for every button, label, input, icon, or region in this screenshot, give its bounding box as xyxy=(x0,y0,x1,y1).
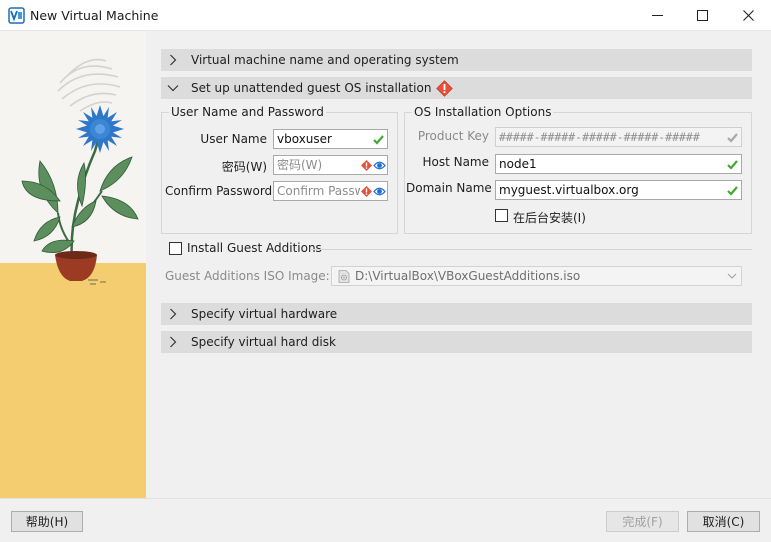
domain-name-label: Domain Name xyxy=(406,181,492,195)
chevron-down-icon xyxy=(723,267,741,285)
chevron-right-icon xyxy=(161,331,185,353)
virtualbox-app-icon xyxy=(8,7,25,24)
chevron-right-icon xyxy=(161,49,185,71)
product-key-field xyxy=(495,127,742,147)
close-icon xyxy=(742,10,754,21)
section-label: Specify virtual hardware xyxy=(191,307,338,321)
section-label: Virtual machine name and operating syste… xyxy=(191,53,459,67)
os-group-title: OS Installation Options xyxy=(412,105,554,119)
section-virtual-hardware[interactable]: Specify virtual hardware xyxy=(161,303,752,325)
title-bar: New Virtual Machine xyxy=(0,0,771,31)
valid-check-icon xyxy=(727,160,738,170)
install-guest-additions-label: Install Guest Additions xyxy=(187,241,325,255)
minimize-button[interactable] xyxy=(634,0,680,31)
warning-icon xyxy=(436,79,454,97)
section-name-and-os[interactable]: Virtual machine name and operating syste… xyxy=(161,49,752,71)
host-name-input[interactable] xyxy=(498,156,722,172)
confirm-password-label: Confirm Password xyxy=(165,184,273,198)
iso-image-combo: D:\VirtualBox\VBoxGuestAdditions.iso xyxy=(331,266,742,286)
iso-image-label: Guest Additions ISO Image: xyxy=(165,269,330,283)
dialog-button-bar: 帮助(H) 完成(F) 取消(C) xyxy=(0,498,771,542)
product-key-label: Product Key xyxy=(417,129,489,143)
background-install-checkbox[interactable] xyxy=(495,209,508,222)
domain-name-input[interactable] xyxy=(498,182,722,198)
user-group-title: User Name and Password xyxy=(169,105,326,119)
product-key-input xyxy=(498,129,726,145)
section-label: Specify virtual hard disk xyxy=(191,335,336,349)
wizard-illustration xyxy=(0,31,146,498)
chevron-down-icon xyxy=(161,77,185,99)
user-name-input[interactable] xyxy=(276,131,368,147)
window-title: New Virtual Machine xyxy=(30,8,159,23)
user-name-label: User Name xyxy=(200,132,267,146)
chevron-right-icon xyxy=(161,303,185,325)
user-name-field[interactable] xyxy=(273,129,388,149)
show-password-eye-icon[interactable] xyxy=(373,159,386,172)
confirm-password-input[interactable] xyxy=(276,183,360,199)
password-input[interactable] xyxy=(276,157,358,173)
cancel-button[interactable]: 取消(C) xyxy=(687,511,760,532)
section-label: Set up unattended guest OS installation xyxy=(191,81,432,95)
valid-check-icon xyxy=(727,186,738,196)
group-divider xyxy=(311,249,752,250)
section-virtual-hard-disk[interactable]: Specify virtual hard disk xyxy=(161,331,752,353)
close-button[interactable] xyxy=(725,0,771,31)
error-icon xyxy=(361,186,372,197)
maximize-button[interactable] xyxy=(679,0,725,31)
minimize-icon xyxy=(651,15,663,16)
valid-check-icon xyxy=(727,133,738,143)
host-name-field[interactable] xyxy=(495,154,742,174)
disc-file-icon xyxy=(338,270,350,283)
password-field[interactable] xyxy=(273,155,388,175)
show-password-eye-icon[interactable] xyxy=(373,185,386,198)
help-button[interactable]: 帮助(H) xyxy=(11,511,83,532)
domain-name-field[interactable] xyxy=(495,180,742,200)
background-install-label: 在后台安装(I) xyxy=(513,211,586,225)
host-name-label: Host Name xyxy=(422,155,489,169)
finish-button[interactable]: 完成(F) xyxy=(606,511,679,532)
plant-illustration-icon xyxy=(0,31,146,498)
confirm-password-field[interactable] xyxy=(273,181,388,201)
valid-check-icon xyxy=(373,135,384,145)
section-unattended-install[interactable]: Set up unattended guest OS installation xyxy=(161,77,752,99)
password-label: 密码(W) xyxy=(221,160,267,174)
iso-image-path: D:\VirtualBox\VBoxGuestAdditions.iso xyxy=(355,269,581,283)
maximize-icon xyxy=(696,10,708,21)
install-guest-additions-checkbox[interactable] xyxy=(169,242,182,255)
error-icon xyxy=(361,160,372,171)
